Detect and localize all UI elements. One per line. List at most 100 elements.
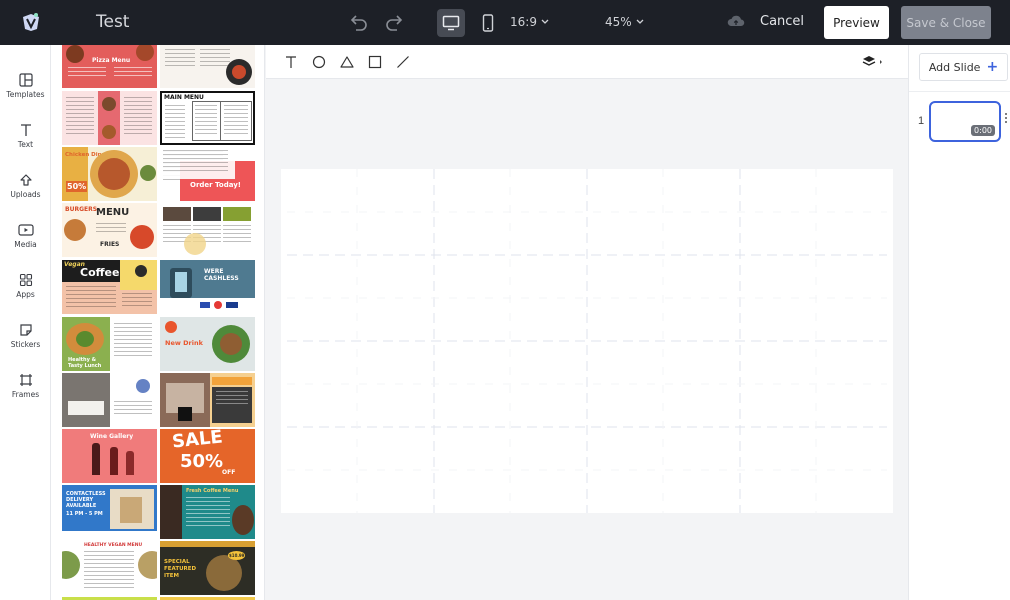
apps-icon (19, 273, 32, 287)
template-card[interactable] (62, 373, 157, 427)
divider (909, 91, 1010, 92)
mobile-icon (482, 14, 494, 32)
template-title: SPECIAL FEATURED ITEM (164, 559, 197, 579)
sidebar-item-text[interactable]: Text (0, 123, 51, 149)
template-card[interactable]: Wine Gallery (62, 429, 157, 483)
text-tool-icon[interactable] (283, 54, 299, 70)
template-title: HEALTHY VEGAN MENU (84, 543, 143, 548)
template-card[interactable]: Chicken Dinner 50% (62, 147, 157, 201)
media-icon (17, 224, 34, 236)
top-bar: Test 16:9 45% Cancel Preview Save & Clos… (0, 0, 1010, 45)
slide-canvas[interactable] (281, 169, 893, 513)
template-card[interactable]: MAIN MENU (160, 91, 255, 145)
template-card[interactable]: SPECIAL FEATURED ITEM $10.99 (160, 541, 255, 595)
template-title: Wine Gallery (90, 433, 134, 440)
chevron-down-icon (541, 19, 549, 24)
template-card[interactable]: New Drink (160, 317, 255, 371)
template-card[interactable]: Order Today! (160, 147, 255, 201)
sidebar-item-label: Text (17, 140, 34, 149)
slide-duration-badge[interactable]: 0:00 (971, 125, 995, 136)
template-title: WERE CASHLESS (204, 268, 239, 282)
sidebar-item-label: Uploads (10, 190, 41, 199)
template-card[interactable]: BURGERS MENU FRIES (62, 203, 157, 257)
template-subtitle: BURGERS (65, 206, 98, 213)
sidebar-item-label: Stickers (10, 340, 41, 349)
line-tool-icon[interactable] (395, 54, 411, 70)
sidebar-item-uploads[interactable]: Uploads (0, 173, 51, 199)
canvas-area[interactable] (266, 79, 908, 600)
drawing-toolbar (266, 45, 908, 79)
frame-icon (19, 374, 32, 386)
slide-thumbnail[interactable]: 0:00 (929, 101, 1001, 142)
sidebar-item-label: Media (14, 240, 37, 249)
template-title: CONTACTLESS DELIVERY AVAILABLE (66, 491, 106, 509)
document-title[interactable]: Test (96, 12, 129, 32)
save-close-button[interactable]: Save & Close (901, 6, 991, 39)
slide-number: 1 (918, 115, 925, 127)
template-card[interactable]: Pizza Menu (62, 45, 157, 88)
sidebar-item-media[interactable]: Media (0, 223, 51, 249)
template-card[interactable] (160, 373, 255, 427)
template-card[interactable]: Healthy & Tasty Lunch (62, 317, 157, 371)
upload-icon (19, 174, 32, 186)
add-slide-button[interactable]: Add Slide + (919, 53, 1008, 81)
sticker-icon (19, 324, 32, 336)
slides-panel: Add Slide + 1 0:00 (908, 45, 1010, 600)
layers-icon[interactable] (861, 54, 885, 70)
template-card[interactable]: CONTACTLESS DELIVERY AVAILABLE 11 PM - 5… (62, 485, 157, 539)
cancel-button[interactable]: Cancel (760, 14, 804, 29)
more-options-icon[interactable] (1005, 113, 1009, 125)
template-card[interactable] (62, 91, 157, 145)
add-slide-label: Add Slide (928, 60, 981, 74)
app-logo-icon[interactable] (20, 11, 42, 33)
template-card[interactable]: Fresh Coffee Menu (160, 485, 255, 539)
templates-panel: Pizza Menu MAIN MENU Chicken Dinner 50% (51, 45, 265, 600)
preview-button[interactable]: Preview (824, 6, 889, 39)
desktop-view-button[interactable] (437, 9, 465, 37)
template-card[interactable]: HEALTHY VEGAN MENU (62, 541, 157, 595)
template-title: MENU (96, 207, 130, 218)
sidebar-item-templates[interactable]: Templates (0, 65, 51, 105)
triangle-tool-icon[interactable] (339, 54, 355, 70)
text-icon (20, 124, 31, 136)
template-title: MAIN MENU (164, 94, 204, 101)
sidebar: Templates Text Uploads Media Apps Sticke… (0, 45, 51, 600)
template-title: Healthy & Tasty Lunch (68, 357, 102, 369)
redo-icon[interactable] (382, 10, 408, 36)
template-card[interactable] (160, 45, 255, 88)
aspect-ratio-value: 16:9 (510, 15, 537, 29)
template-card[interactable]: SALE 50% OFF (160, 429, 255, 483)
template-extra: OFF (222, 469, 236, 476)
templates-icon (18, 73, 33, 87)
chevron-down-icon (636, 19, 644, 24)
sidebar-item-frames[interactable]: Frames (0, 373, 51, 399)
circle-tool-icon[interactable] (311, 54, 327, 70)
template-badge: 50% (66, 181, 88, 192)
template-badge: 50% (180, 451, 224, 472)
rectangle-tool-icon[interactable] (367, 54, 383, 70)
sidebar-item-apps[interactable]: Apps (0, 273, 51, 299)
template-subtitle: 11 PM - 5 PM (66, 511, 103, 517)
aspect-ratio-select[interactable]: 16:9 (510, 15, 549, 29)
template-title: Pizza Menu (92, 57, 131, 64)
template-card[interactable] (160, 203, 255, 257)
zoom-select[interactable]: 45% (605, 15, 644, 29)
template-title: Order Today! (190, 181, 241, 189)
template-card[interactable]: Vegan Coffee (62, 260, 157, 314)
template-extra: FRIES (100, 241, 120, 248)
sidebar-item-label: Apps (16, 290, 35, 299)
mobile-view-button[interactable] (474, 9, 502, 37)
sidebar-item-label: Templates (6, 90, 45, 99)
zoom-value: 45% (605, 15, 632, 29)
desktop-icon (442, 15, 460, 31)
sidebar-item-label: Frames (11, 390, 40, 399)
template-card[interactable]: WERE CASHLESS (160, 260, 255, 314)
sidebar-item-stickers[interactable]: Stickers (0, 323, 51, 349)
template-title: Coffee (80, 266, 120, 279)
cloud-save-icon (727, 14, 745, 33)
undo-icon[interactable] (345, 10, 371, 36)
template-title: SALE (171, 429, 224, 453)
slide-grid-guides (287, 169, 887, 513)
template-title: New Drink (165, 339, 203, 347)
template-title: Fresh Coffee Menu (186, 488, 239, 494)
